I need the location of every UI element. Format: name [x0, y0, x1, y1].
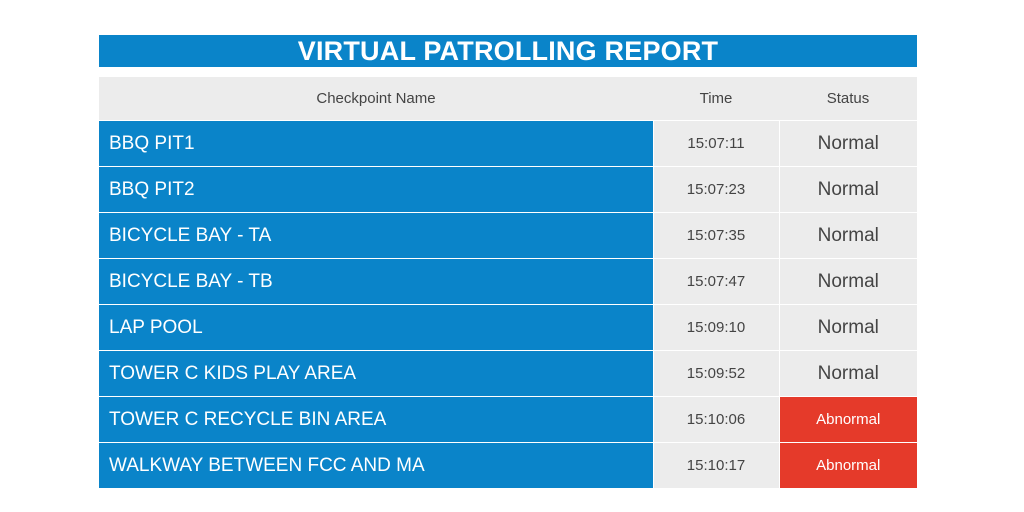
checkpoint-name: TOWER C KIDS PLAY AREA: [99, 350, 653, 397]
table-row: LAP POOL 15:09:10 Normal: [99, 304, 917, 351]
checkpoint-name: BBQ PIT1: [99, 120, 653, 167]
column-header-time: Time: [653, 77, 779, 121]
status-badge-abnormal: Abnormal: [778, 396, 917, 443]
table-row: TOWER C RECYCLE BIN AREA 15:10:06 Abnorm…: [99, 396, 917, 443]
patrol-table: Checkpoint Name Time Status BBQ PIT1 15:…: [99, 77, 917, 489]
patrol-report: VIRTUAL PATROLLING REPORT Checkpoint Nam…: [99, 35, 917, 489]
report-title: VIRTUAL PATROLLING REPORT: [99, 35, 917, 67]
checkpoint-time: 15:09:52: [652, 350, 779, 397]
checkpoint-time: 15:09:10: [652, 304, 779, 351]
table-row: BICYCLE BAY - TA 15:07:35 Normal: [99, 212, 917, 259]
checkpoint-name: WALKWAY BETWEEN FCC AND MA: [99, 442, 653, 489]
column-header-checkpoint: Checkpoint Name: [99, 77, 653, 121]
checkpoint-time: 15:10:17: [652, 442, 779, 489]
checkpoint-time: 15:10:06: [652, 396, 779, 443]
table-header-row: Checkpoint Name Time Status: [99, 77, 917, 121]
status-badge: Normal: [778, 304, 917, 351]
status-badge: Normal: [778, 350, 917, 397]
checkpoint-time: 15:07:23: [652, 166, 779, 213]
table-row: TOWER C KIDS PLAY AREA 15:09:52 Normal: [99, 350, 917, 397]
checkpoint-name: BICYCLE BAY - TB: [99, 258, 653, 305]
table-row: BBQ PIT1 15:07:11 Normal: [99, 120, 917, 167]
checkpoint-time: 15:07:35: [652, 212, 779, 259]
table-row: BBQ PIT2 15:07:23 Normal: [99, 166, 917, 213]
status-badge: Normal: [778, 212, 917, 259]
checkpoint-name: TOWER C RECYCLE BIN AREA: [99, 396, 653, 443]
checkpoint-name: LAP POOL: [99, 304, 653, 351]
column-header-status: Status: [779, 77, 917, 121]
table-row: WALKWAY BETWEEN FCC AND MA 15:10:17 Abno…: [99, 442, 917, 489]
table-row: BICYCLE BAY - TB 15:07:47 Normal: [99, 258, 917, 305]
checkpoint-name: BBQ PIT2: [99, 166, 653, 213]
status-badge-abnormal: Abnormal: [778, 442, 917, 489]
checkpoint-name: BICYCLE BAY - TA: [99, 212, 653, 259]
status-badge: Normal: [778, 258, 917, 305]
checkpoint-time: 15:07:47: [652, 258, 779, 305]
status-badge: Normal: [778, 166, 917, 213]
status-badge: Normal: [778, 120, 917, 167]
checkpoint-time: 15:07:11: [652, 120, 779, 167]
